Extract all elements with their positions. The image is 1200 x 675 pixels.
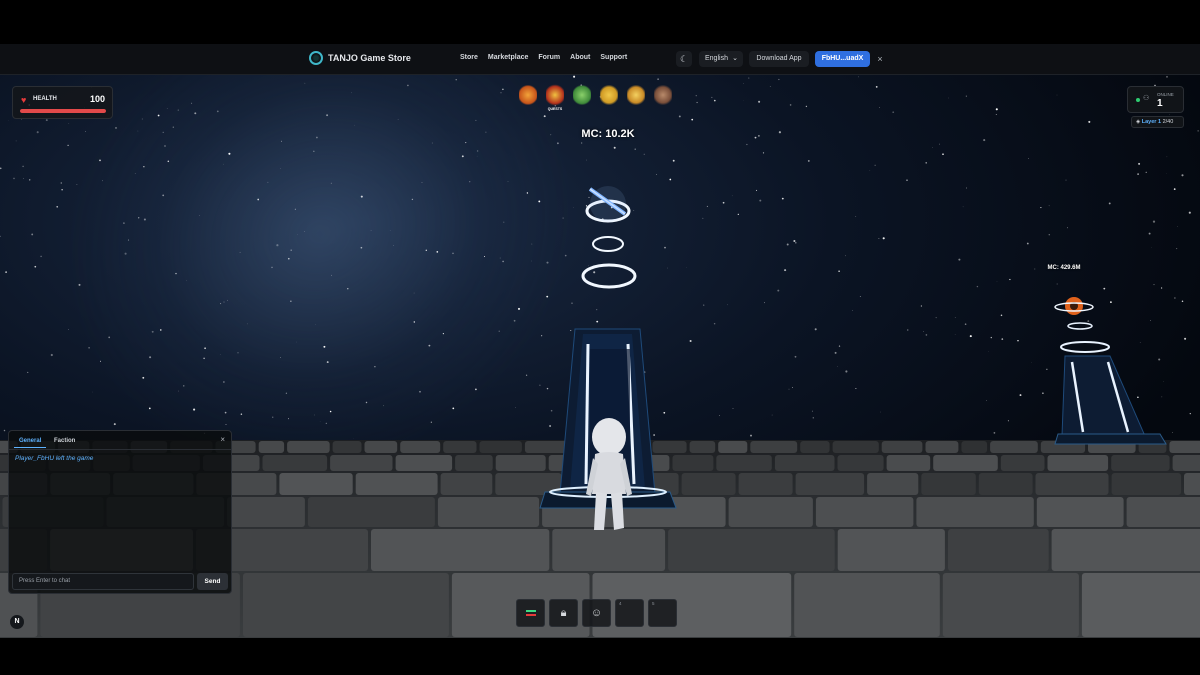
- hotbar-slot-2[interactable]: 🔒︎: [549, 599, 578, 627]
- player-character[interactable]: [586, 418, 632, 530]
- health-bar-fill: [20, 109, 106, 113]
- chat-divider: [9, 449, 231, 450]
- hotbar-slot-3[interactable]: ☺: [582, 599, 611, 627]
- side-tower[interactable]: [1054, 297, 1167, 445]
- nav-support[interactable]: Support: [600, 54, 627, 61]
- users-icon: ⚇: [1143, 95, 1150, 102]
- chat-send-button[interactable]: Send: [197, 573, 228, 590]
- corner-n-badge[interactable]: N: [10, 615, 24, 629]
- main-tower-market-cap: MC: 10.2K: [581, 128, 635, 140]
- online-count: 1: [1157, 98, 1163, 109]
- item-quests[interactable]: QUESTS: [544, 84, 566, 114]
- item-5[interactable]: [625, 84, 647, 114]
- brand[interactable]: TANJO Game Store: [309, 51, 411, 65]
- layer-indicator[interactable]: ◈ Layer 1 2/40: [1131, 116, 1184, 128]
- wallet-button[interactable]: FbHU...uadX: [815, 51, 870, 67]
- item-3-icon: [573, 84, 591, 106]
- quests-caption: QUESTS: [547, 107, 563, 111]
- layer-label: Layer 1: [1141, 119, 1162, 125]
- lock-icon: 🔒︎: [560, 606, 567, 619]
- nav-about[interactable]: About: [570, 54, 590, 61]
- health-label: HEALTH: [33, 96, 57, 102]
- theme-toggle-button[interactable]: ☾: [676, 51, 692, 67]
- heart-icon: ♥: [21, 95, 27, 105]
- nav-store[interactable]: Store: [460, 54, 478, 61]
- chat-close-icon[interactable]: ×: [220, 435, 225, 444]
- slot-number: 5: [652, 601, 655, 606]
- layer-icon: ◈: [1136, 119, 1141, 125]
- hotbar-slot-1[interactable]: [516, 599, 545, 627]
- item-3[interactable]: [571, 84, 593, 114]
- item-5-icon: [627, 84, 645, 106]
- letterbox-bottom: [0, 638, 1200, 675]
- hotbar-slot-5[interactable]: 5: [648, 599, 677, 627]
- letterbox-top: [0, 0, 1200, 44]
- nav-forum[interactable]: Forum: [538, 54, 560, 61]
- slot-number: 4: [619, 601, 622, 606]
- health-bar: [20, 109, 106, 113]
- glowstick-icon: [517, 600, 544, 626]
- hotbar: 🔒︎ ☺ 4 5: [516, 599, 677, 627]
- hotbar-slot-4[interactable]: 4: [615, 599, 644, 627]
- item-6-icon: [654, 84, 672, 106]
- online-status-dot: [1136, 98, 1140, 102]
- top-navbar: TANJO Game Store Store Marketplace Forum…: [0, 44, 1200, 75]
- nav-links: Store Marketplace Forum About Support: [460, 54, 627, 61]
- health-value: 100: [89, 94, 105, 104]
- moon-icon: ☾: [679, 54, 689, 64]
- chat-input[interactable]: Press Enter to chat: [12, 573, 194, 590]
- online-panel: ⚇ ONLINE 1: [1127, 86, 1184, 113]
- emote-smiley-icon: ☺: [590, 607, 603, 619]
- chat-panel: General Faction × Player_FbHU left the g…: [8, 430, 232, 594]
- quests-icon: [546, 84, 564, 106]
- language-label: English: [705, 55, 728, 62]
- health-panel: ♥ HEALTH 100: [12, 86, 113, 119]
- item-4[interactable]: [598, 84, 620, 114]
- tanjo-logo-icon: [309, 51, 323, 65]
- chat-message: Player_FbHU left the game: [15, 455, 94, 462]
- item-6[interactable]: [652, 84, 674, 114]
- layer-progress: 2/40: [1162, 119, 1174, 125]
- brand-name: TANJO Game Store: [328, 53, 411, 63]
- language-select[interactable]: English ⌄: [699, 51, 743, 67]
- item-4-icon: [600, 84, 618, 106]
- close-icon[interactable]: ×: [875, 51, 885, 67]
- item-1[interactable]: [517, 84, 539, 114]
- download-app-button[interactable]: Download App: [749, 51, 809, 67]
- side-tower-market-cap: MC: 429.6M: [1047, 265, 1081, 271]
- tab-faction[interactable]: Faction: [49, 435, 80, 447]
- tab-general[interactable]: General: [14, 435, 47, 448]
- top-item-bar: QUESTS: [517, 84, 674, 114]
- online-label: ONLINE: [1157, 92, 1174, 97]
- chevron-down-icon: ⌄: [732, 55, 738, 62]
- item-1-icon: [519, 84, 537, 106]
- nav-marketplace[interactable]: Marketplace: [488, 54, 528, 61]
